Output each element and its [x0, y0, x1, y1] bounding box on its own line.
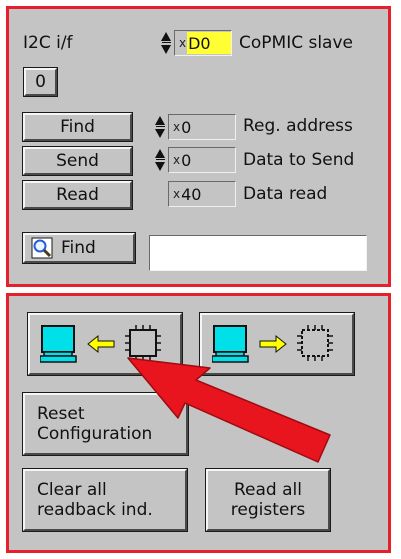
data-send-label: Data to Send [243, 150, 355, 170]
reset-configuration-button[interactable]: Reset Configuration [22, 392, 189, 456]
read-button[interactable]: Read [22, 180, 133, 210]
slave-address-field[interactable]: x D0 [174, 30, 232, 56]
find-register-button[interactable]: Find [22, 112, 133, 142]
data-send-spinner[interactable] [155, 147, 166, 173]
send-button[interactable]: Send [22, 146, 133, 176]
data-read-field: x 40 [168, 181, 236, 207]
search-find-button[interactable]: Find [22, 232, 136, 264]
clear-readback-button[interactable]: Clear all readback ind. [22, 468, 188, 532]
read-all-registers-button[interactable]: Read all registers [205, 468, 331, 532]
download-config-button[interactable] [27, 312, 183, 376]
data-send-field[interactable]: x 0 [168, 147, 236, 173]
reg-address-spinner[interactable] [155, 114, 166, 140]
computer-arrow-left-chip-icon [40, 325, 161, 363]
search-input[interactable] [149, 235, 367, 271]
data-read-label: Data read [243, 184, 328, 204]
computer-arrow-right-chip-icon [212, 325, 333, 363]
upload-config-button[interactable] [199, 312, 355, 376]
interface-index-button[interactable]: 0 [23, 67, 58, 97]
configuration-panel: Reset Configuration Clear all readback i… [6, 293, 391, 553]
i2c-interface-label: I2C i/f [23, 33, 73, 53]
reg-address-field[interactable]: x 0 [168, 114, 236, 140]
i2c-control-panel: I2C i/f x D0 CoPMIC slave 0 Find Send Re… [6, 6, 391, 287]
reg-address-label: Reg. address [243, 116, 353, 136]
magnifier-icon [31, 237, 53, 259]
slave-label: CoPMIC slave [239, 33, 353, 53]
slave-spinner[interactable] [161, 30, 172, 56]
